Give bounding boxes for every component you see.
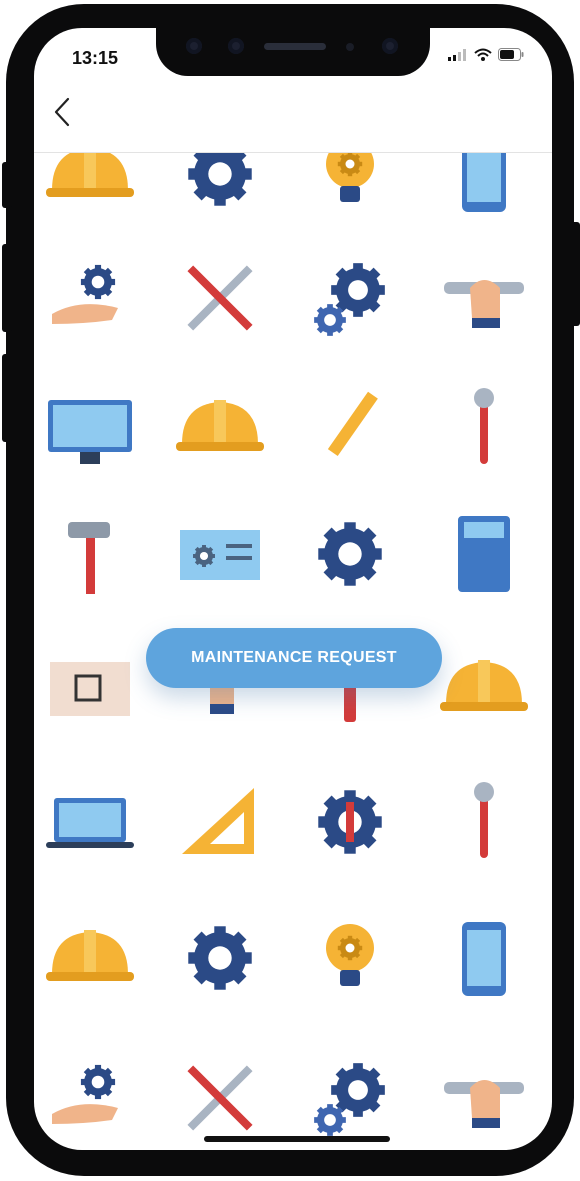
mute-switch [2,162,12,208]
lightbulb-icon [300,908,400,1008]
volume-down-button [2,354,12,442]
hand-wrench-icon [434,248,534,348]
sensor-dot [346,43,354,51]
icon-pattern-background [34,28,552,1150]
tools-icon [170,1048,270,1148]
signal-icon [448,48,466,61]
helmet-icon [434,638,534,738]
monitor-icon [40,378,140,478]
hand-gear-icon [40,248,140,348]
gears-icon [300,1048,400,1148]
phone-icon [434,908,534,1008]
wrench-icon [434,772,534,872]
hand-gear-icon [40,1048,140,1148]
plan-icon [40,638,140,738]
hammer-icon [40,504,140,604]
front-camera-icon [382,38,398,54]
back-button[interactable] [42,92,82,132]
home-indicator[interactable] [204,1136,390,1142]
maintenance-request-button[interactable]: MAINTENANCE REQUEST [146,628,442,688]
gear-icon [170,908,270,1008]
power-button [570,222,580,326]
volume-up-button [2,244,12,332]
chevron-left-icon [54,97,70,127]
calculator-icon [434,504,534,604]
speaker [264,43,326,50]
helmet-icon [40,908,140,1008]
wrench-icon [434,378,534,478]
notch [156,28,430,76]
gears-icon [300,248,400,348]
laptop-icon [40,772,140,872]
status-time: 13:15 [72,48,119,68]
hand-wrench-icon [434,1048,534,1148]
helmet-icon [170,378,270,478]
wifi-icon [474,48,492,61]
screen: 13:15 MAINTENANCE REQUEST [34,28,552,1150]
navigation-bar [34,80,552,153]
gear-icon [300,504,400,604]
status-icons [448,48,524,61]
sensor-icon [228,38,244,54]
blueprint-icon [170,504,270,604]
battery-icon [498,48,524,61]
camera-icon [186,38,202,54]
gear-wrench-icon [300,772,400,872]
set-square-icon [170,772,270,872]
pencil-icon [300,378,400,478]
tools-icon [170,248,270,348]
